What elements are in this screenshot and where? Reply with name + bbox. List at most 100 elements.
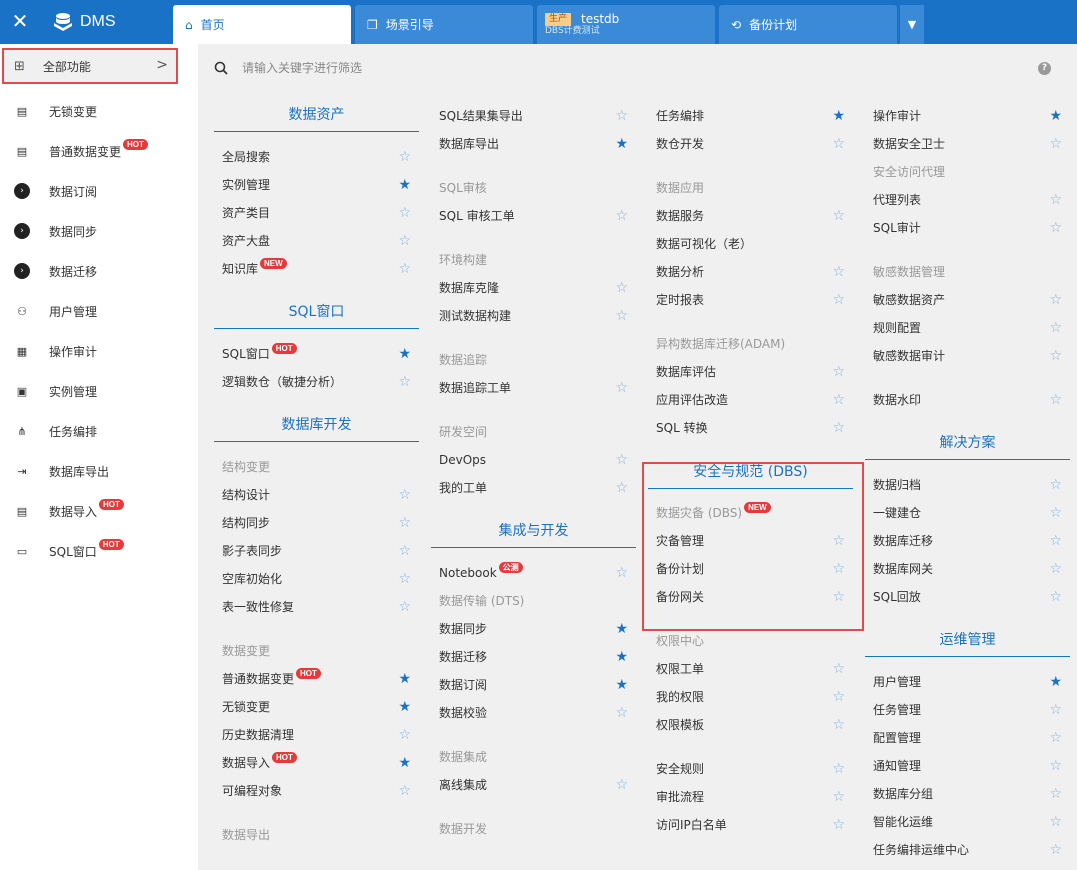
star-outline-icon[interactable]: ☆ — [1049, 130, 1062, 158]
star-outline-icon[interactable]: ☆ — [832, 755, 845, 783]
star-outline-icon[interactable]: ☆ — [832, 683, 845, 711]
function-item[interactable]: 敏感数据审计 ☆ — [865, 342, 1070, 370]
function-item[interactable]: 我的工单 ☆ — [431, 474, 636, 502]
chevron-down-icon[interactable]: ▼ — [900, 5, 924, 44]
function-item[interactable]: 无锁变更 ★ — [214, 693, 419, 721]
star-outline-icon[interactable]: ☆ — [832, 386, 845, 414]
function-item[interactable]: 代理列表 ☆ — [865, 186, 1070, 214]
star-outline-icon[interactable]: ☆ — [832, 655, 845, 683]
star-outline-icon[interactable]: ☆ — [1049, 471, 1062, 499]
star-outline-icon[interactable]: ☆ — [398, 255, 411, 283]
function-item[interactable]: 全局搜索 ☆ — [214, 143, 419, 171]
star-outline-icon[interactable]: ☆ — [615, 302, 628, 330]
star-filled-icon[interactable]: ★ — [398, 171, 411, 199]
function-item[interactable]: SQL结果集导出 ☆ — [431, 102, 636, 130]
function-item[interactable]: 定时报表 ☆ — [648, 286, 853, 314]
function-item[interactable]: 权限模板 ☆ — [648, 711, 853, 739]
function-item[interactable]: 审批流程 ☆ — [648, 783, 853, 811]
star-outline-icon[interactable]: ☆ — [398, 227, 411, 255]
star-outline-icon[interactable]: ☆ — [1049, 286, 1062, 314]
star-outline-icon[interactable]: ☆ — [832, 258, 845, 286]
function-item[interactable]: 用户管理 ★ — [865, 668, 1070, 696]
star-outline-icon[interactable]: ☆ — [1049, 724, 1062, 752]
tab-backup-plan[interactable]: ⟲ 备份计划 — [719, 5, 897, 44]
star-outline-icon[interactable]: ☆ — [1049, 342, 1062, 370]
star-outline-icon[interactable]: ☆ — [398, 721, 411, 749]
function-item[interactable]: 数据服务 ☆ — [648, 202, 853, 230]
star-outline-icon[interactable]: ☆ — [1049, 499, 1062, 527]
star-filled-icon[interactable]: ★ — [832, 102, 845, 130]
tab-scenario-guide[interactable]: ❐ 场景引导 — [355, 5, 533, 44]
function-item[interactable]: SQL回放 ☆ — [865, 583, 1070, 611]
function-item[interactable]: 一键建仓 ☆ — [865, 499, 1070, 527]
star-outline-icon[interactable]: ☆ — [398, 777, 411, 805]
sidebar-item[interactable]: ⚇ 用户管理 — [0, 291, 198, 331]
function-item[interactable]: 测试数据构建 ☆ — [431, 302, 636, 330]
star-outline-icon[interactable]: ☆ — [1049, 780, 1062, 808]
star-filled-icon[interactable]: ★ — [615, 130, 628, 158]
star-outline-icon[interactable]: ☆ — [615, 699, 628, 727]
search-input[interactable] — [242, 58, 742, 78]
star-outline-icon[interactable]: ☆ — [1049, 314, 1062, 342]
function-item[interactable]: 任务编排 ★ — [648, 102, 853, 130]
function-item[interactable]: 数据可视化（老） — [648, 230, 853, 258]
function-item[interactable]: 数据订阅 ★ — [431, 671, 636, 699]
star-outline-icon[interactable]: ☆ — [1049, 583, 1062, 611]
sidebar-item[interactable]: ▦ 操作审计 — [0, 331, 198, 371]
star-outline-icon[interactable]: ☆ — [832, 783, 845, 811]
sidebar-item[interactable]: › 数据订阅 — [0, 171, 198, 211]
star-outline-icon[interactable]: ☆ — [832, 202, 845, 230]
sidebar-all-functions[interactable]: ⊞ 全部功能 > — [2, 48, 178, 84]
function-item[interactable]: 应用评估改造 ☆ — [648, 386, 853, 414]
function-item[interactable]: 数据库导出 ★ — [431, 130, 636, 158]
star-filled-icon[interactable]: ★ — [398, 693, 411, 721]
function-item[interactable]: 数据同步 ★ — [431, 615, 636, 643]
star-outline-icon[interactable]: ☆ — [615, 559, 628, 587]
sidebar-item[interactable]: › 数据同步 — [0, 211, 198, 251]
star-outline-icon[interactable]: ☆ — [832, 414, 845, 442]
star-outline-icon[interactable]: ☆ — [615, 771, 628, 799]
star-outline-icon[interactable]: ☆ — [615, 374, 628, 402]
function-item[interactable]: 表一致性修复 ☆ — [214, 593, 419, 621]
sidebar-item[interactable]: ⇥ 数据库导出 — [0, 451, 198, 491]
function-item[interactable]: DevOps ☆ — [431, 446, 636, 474]
function-item[interactable]: 敏感数据资产 ☆ — [865, 286, 1070, 314]
function-item[interactable]: 资产类目 ☆ — [214, 199, 419, 227]
function-item[interactable]: 数据校验 ☆ — [431, 699, 636, 727]
star-outline-icon[interactable]: ☆ — [398, 537, 411, 565]
function-item[interactable]: 数仓开发 ☆ — [648, 130, 853, 158]
star-outline-icon[interactable]: ☆ — [398, 481, 411, 509]
star-outline-icon[interactable]: ☆ — [1049, 527, 1062, 555]
star-outline-icon[interactable]: ☆ — [398, 509, 411, 537]
function-item[interactable]: 历史数据清理 ☆ — [214, 721, 419, 749]
function-item[interactable]: 知识库 NEW ☆ — [214, 255, 419, 283]
star-outline-icon[interactable]: ☆ — [832, 286, 845, 314]
function-item[interactable]: 数据库迁移 ☆ — [865, 527, 1070, 555]
function-item[interactable]: SQL 转换 ☆ — [648, 414, 853, 442]
star-outline-icon[interactable]: ☆ — [1049, 214, 1062, 242]
star-outline-icon[interactable]: ☆ — [615, 446, 628, 474]
star-outline-icon[interactable]: ☆ — [398, 368, 411, 396]
function-item[interactable]: Notebook 公测 ☆ — [431, 559, 636, 587]
star-outline-icon[interactable]: ☆ — [1049, 696, 1062, 724]
star-outline-icon[interactable]: ☆ — [1049, 752, 1062, 780]
tab-home[interactable]: ⌂ 首页 — [173, 5, 351, 44]
help-icon[interactable]: ? — [1038, 62, 1051, 75]
star-filled-icon[interactable]: ★ — [398, 749, 411, 777]
star-outline-icon[interactable]: ☆ — [1049, 386, 1062, 414]
star-outline-icon[interactable]: ☆ — [832, 811, 845, 839]
star-filled-icon[interactable]: ★ — [398, 340, 411, 368]
star-outline-icon[interactable]: ☆ — [398, 593, 411, 621]
function-item[interactable]: 智能化运维 ☆ — [865, 808, 1070, 836]
star-filled-icon[interactable]: ★ — [615, 671, 628, 699]
function-item[interactable]: 数据库评估 ☆ — [648, 358, 853, 386]
tab-testdb[interactable]: 生产 testdb DBS计费测试 — [537, 5, 715, 44]
star-outline-icon[interactable]: ☆ — [1049, 186, 1062, 214]
star-outline-icon[interactable]: ☆ — [398, 199, 411, 227]
sidebar-item[interactable]: ▭ SQL窗口 HOT — [0, 531, 198, 571]
star-outline-icon[interactable]: ☆ — [1049, 836, 1062, 864]
function-item[interactable]: SQL审计 ☆ — [865, 214, 1070, 242]
sidebar-item[interactable]: ▤ 普通数据变更 HOT — [0, 131, 198, 171]
star-outline-icon[interactable]: ☆ — [1049, 808, 1062, 836]
sidebar-item[interactable]: ▤ 无锁变更 — [0, 91, 198, 131]
